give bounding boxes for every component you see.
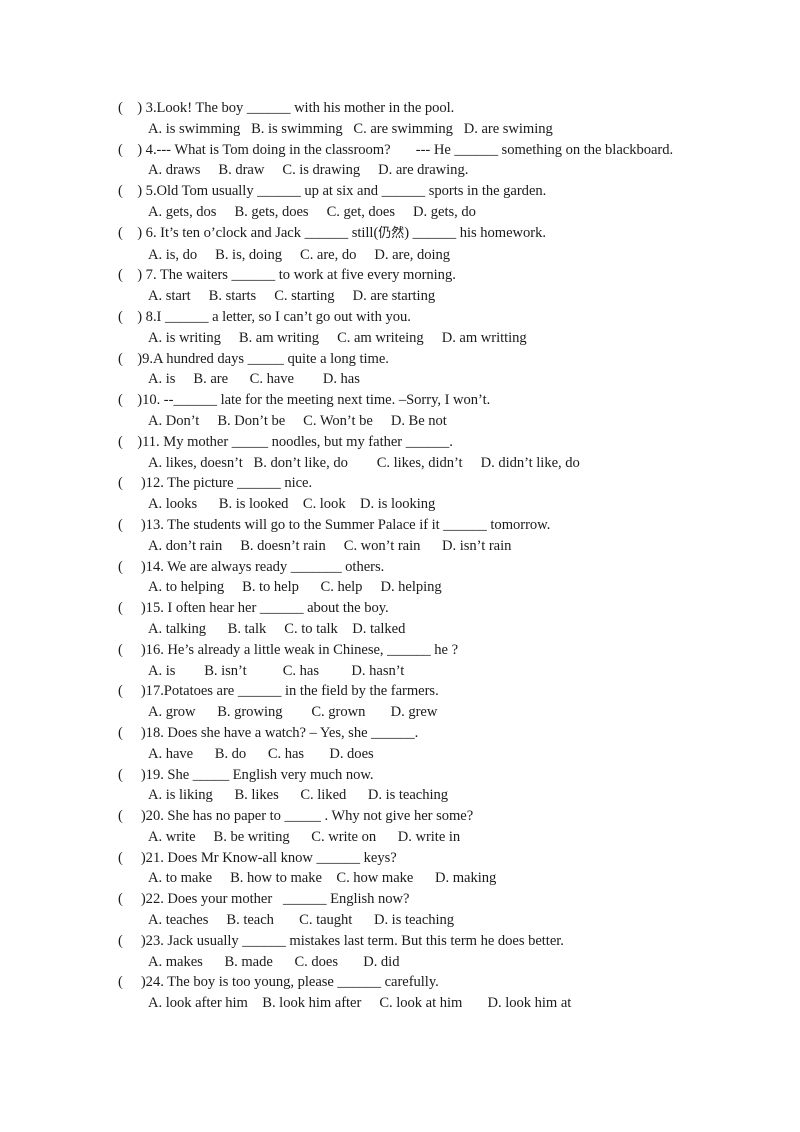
question-stem: ( )18. Does she have a watch? – Yes, she…	[118, 724, 419, 741]
question-item-3: ( ) 3.Look! The boy ______ with his moth…	[118, 98, 758, 140]
question-options: A. look after him B. look him after C. l…	[148, 995, 572, 1012]
question-options: A. is writing B. am writing C. am writei…	[148, 329, 527, 346]
question-item-22: ( )22. Does your mother ______ English n…	[118, 889, 758, 931]
question-item-8: ( ) 8.I ______ a letter, so I can’t go o…	[118, 307, 758, 349]
question-stem: ( ) 6. It’s ten o’clock and Jack ______ …	[118, 223, 758, 245]
question-options: A. gets, dos B. gets, does C. get, does …	[148, 203, 476, 220]
question-item-7: ( ) 7. The waiters ______ to work at fiv…	[118, 265, 758, 307]
question-options: A. looks B. is looked C. look D. is look…	[148, 496, 436, 513]
question-item-23: ( )23. Jack usually ______ mistakes last…	[118, 931, 758, 973]
question-stem: ( ) 7. The waiters ______ to work at fiv…	[118, 267, 456, 284]
question-item-17: ( )17.Potatoes are ______ in the field b…	[118, 681, 758, 723]
document-page: ( ) 3.Look! The boy ______ with his moth…	[0, 0, 800, 1132]
question-stem: ( )17.Potatoes are ______ in the field b…	[118, 683, 439, 700]
question-stem: ( )22. Does your mother ______ English n…	[118, 891, 410, 908]
question-stem: ( ) 3.Look! The boy ______ with his moth…	[118, 100, 455, 116]
question-options: A. have B. do C. has D. does	[148, 745, 374, 762]
question-stem: ( ) 5.Old Tom usually ______ up at six a…	[118, 183, 547, 200]
question-options: A. Don’t B. Don’t be C. Won’t be D. Be n…	[148, 412, 447, 429]
question-options: A. makes B. made C. does D. did	[148, 953, 400, 970]
question-item-24: ( )24. The boy is too young, please ____…	[118, 972, 758, 1014]
question-stem: ( )23. Jack usually ______ mistakes last…	[118, 932, 564, 949]
question-stem: ( )12. The picture ______ nice.	[118, 475, 313, 492]
question-options: A. grow B. growing C. grown D. grew	[148, 704, 438, 721]
question-stem: ( )11. My mother _____ noodles, but my f…	[118, 433, 453, 450]
question-stem: ( )13. The students will go to the Summe…	[118, 516, 551, 533]
question-item-21: ( )21. Does Mr Know-all know ______ keys…	[118, 848, 758, 890]
question-stem: ( )20. She has no paper to _____ . Why n…	[118, 808, 474, 825]
question-stem: ( )9.A hundred days _____ quite a long t…	[118, 350, 389, 367]
question-options: A. don’t rain B. doesn’t rain C. won’t r…	[148, 537, 512, 554]
question-stem: ( )15. I often hear her ______ about the…	[118, 600, 389, 617]
question-options: A. start B. starts C. starting D. are st…	[148, 288, 436, 305]
question-options: A. is liking B. likes C. liked D. is tea…	[148, 787, 449, 804]
question-options: A. talking B. talk C. to talk D. talked	[148, 620, 406, 637]
question-item-14: ( )14. We are always ready _______ other…	[118, 557, 758, 599]
question-stem: ( ) 4.--- What is Tom doing in the class…	[118, 141, 674, 158]
question-stem-post: ) ______ his homework.	[404, 224, 546, 241]
question-options: A. is, do B. is, doing C. are, do D. are…	[148, 246, 451, 263]
question-item-20: ( )20. She has no paper to _____ . Why n…	[118, 806, 758, 848]
question-stem-pre: ( ) 6. It’s ten o’clock and Jack ______ …	[118, 224, 379, 241]
question-options: A. likes, doesn’t B. don’t like, do C. l…	[148, 454, 580, 471]
question-stem: ( )10. --______ late for the meeting nex…	[118, 392, 491, 409]
question-options: A. to helping B. to help C. help D. help…	[148, 579, 442, 596]
question-item-19: ( )19. She _____ English very much now. …	[118, 765, 758, 807]
question-item-12: ( )12. The picture ______ nice. A. looks…	[118, 473, 758, 515]
question-item-6: ( ) 6. It’s ten o’clock and Jack ______ …	[118, 223, 758, 266]
question-stem: ( )14. We are always ready _______ other…	[118, 558, 385, 575]
question-item-15: ( )15. I often hear her ______ about the…	[118, 598, 758, 640]
question-options: A. is swimming B. is swimming C. are swi…	[148, 120, 553, 137]
question-list: ( ) 3.Look! The boy ______ with his moth…	[118, 98, 758, 1014]
question-stem: ( )16. He’s already a little weak in Chi…	[118, 641, 459, 658]
question-options: A. draws B. draw C. is drawing D. are dr…	[148, 162, 469, 179]
question-item-18: ( )18. Does she have a watch? – Yes, she…	[118, 723, 758, 765]
question-options: A. is B. isn’t C. has D. hasn’t	[148, 662, 405, 679]
question-stem: ( ) 8.I ______ a letter, so I can’t go o…	[118, 308, 411, 325]
question-options: A. is B. are C. have D. has	[148, 371, 360, 388]
question-stem: ( )24. The boy is too young, please ____…	[118, 974, 439, 991]
question-item-4: ( ) 4.--- What is Tom doing in the class…	[118, 140, 758, 182]
question-stem-chinese-gloss: 仍然	[378, 225, 405, 241]
question-item-11: ( )11. My mother _____ noodles, but my f…	[118, 432, 758, 474]
question-item-13: ( )13. The students will go to the Summe…	[118, 515, 758, 557]
question-options: A. teaches B. teach C. taught D. is teac…	[148, 912, 455, 929]
question-item-9: ( )9.A hundred days _____ quite a long t…	[118, 349, 758, 391]
question-item-5: ( ) 5.Old Tom usually ______ up at six a…	[118, 181, 758, 223]
question-options: A. write B. be writing C. write on D. wr…	[148, 828, 461, 845]
question-options: A. to make B. how to make C. how make D.…	[148, 870, 497, 887]
question-stem: ( )19. She _____ English very much now.	[118, 766, 374, 783]
question-item-16: ( )16. He’s already a little weak in Chi…	[118, 640, 758, 682]
question-stem: ( )21. Does Mr Know-all know ______ keys…	[118, 849, 397, 866]
question-item-10: ( )10. --______ late for the meeting nex…	[118, 390, 758, 432]
